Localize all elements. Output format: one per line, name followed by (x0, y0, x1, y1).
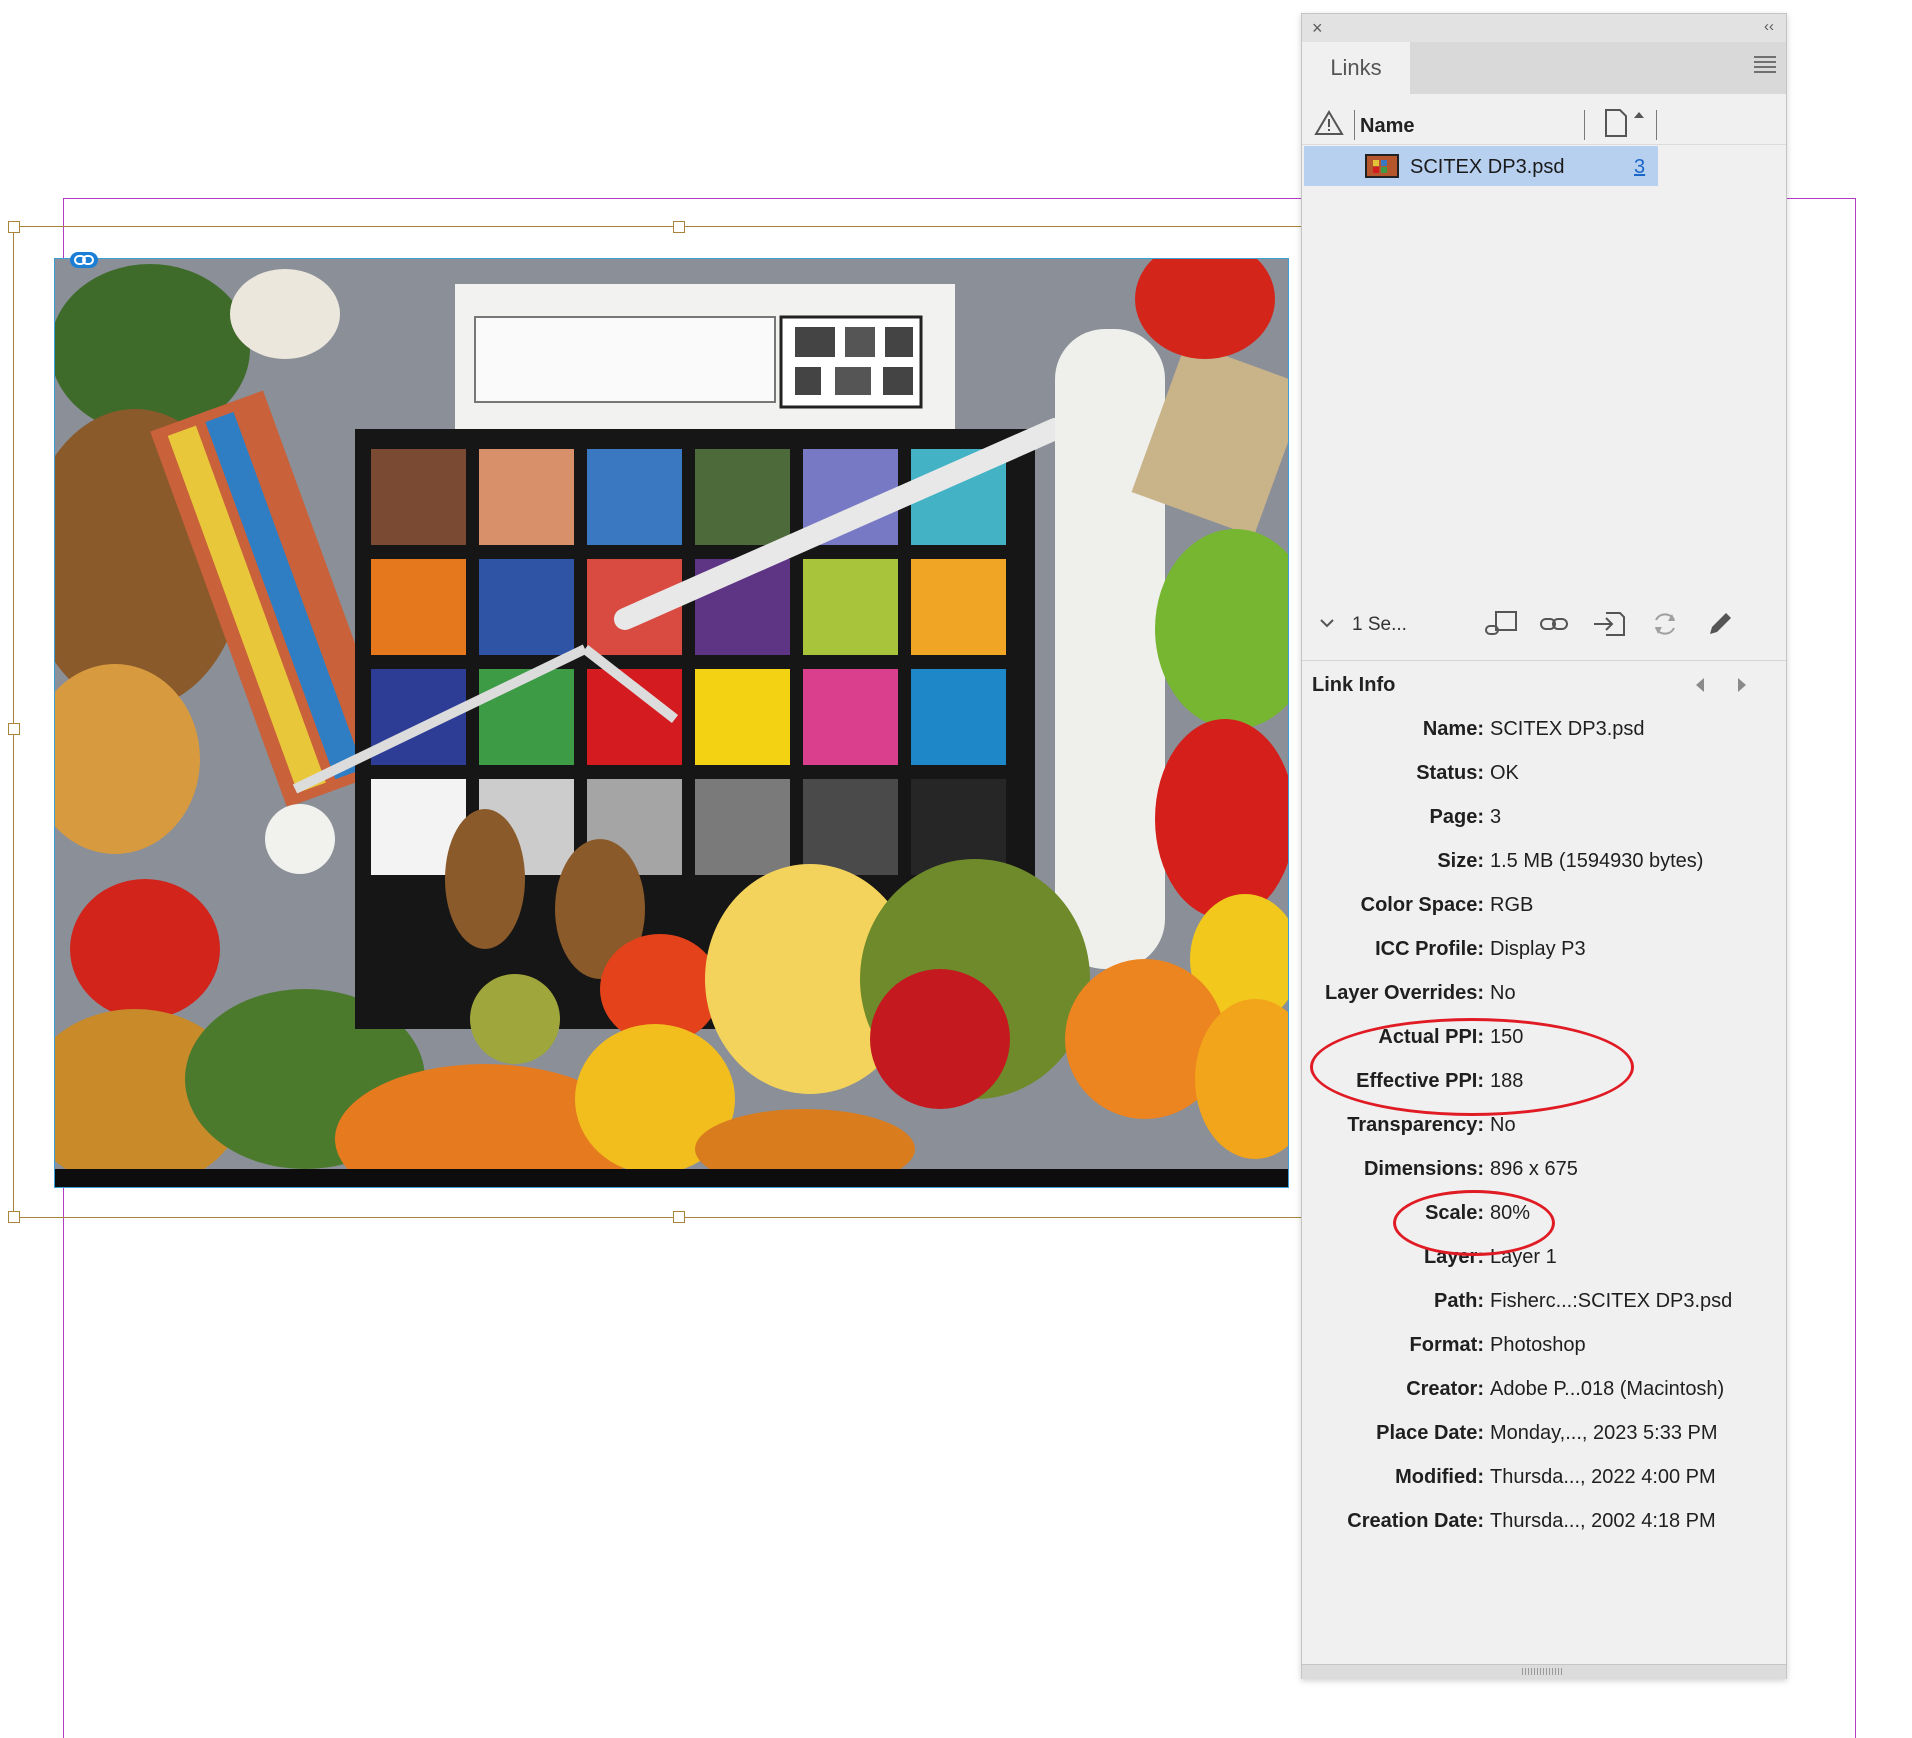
relink-from-cc-icon[interactable] (1482, 610, 1520, 638)
info-value: Thursda..., 2022 4:00 PM (1490, 1466, 1716, 1488)
panel-title-bar: × ‹‹ (1302, 14, 1786, 42)
info-label: Modified: (1395, 1466, 1484, 1488)
info-value: Monday,..., 2023 5:33 PM (1490, 1422, 1718, 1444)
page-sort-icon[interactable] (1604, 108, 1648, 138)
info-label: Dimensions: (1363, 1158, 1484, 1180)
info-row-icc-profile: ICC Profile: Display P3 (1302, 938, 1786, 968)
info-row-transparency: Transparency: No (1302, 1114, 1786, 1144)
info-row-format: Format: Photoshop (1302, 1334, 1786, 1364)
link-info-title[interactable]: Link Info (1312, 674, 1395, 697)
link-name: SCITEX DP3.psd (1410, 156, 1565, 178)
link-row-scitex-dp3[interactable]: SCITEX DP3.psd 3 (1304, 146, 1658, 186)
info-label: Layer Overrides: (1325, 982, 1484, 1004)
tab-links[interactable]: Links (1302, 42, 1410, 95)
info-row-size: Size: 1.5 MB (1594930 bytes) (1302, 850, 1786, 880)
info-value: OK (1490, 762, 1519, 784)
info-value: No (1490, 982, 1516, 1004)
info-value: RGB (1490, 894, 1534, 916)
info-label: Place Date: (1376, 1422, 1484, 1444)
info-row-creator: Creator: Adobe P...018 (Macintosh) (1302, 1378, 1786, 1408)
info-label: Color Space: (1360, 894, 1484, 916)
info-label: Name: (1422, 718, 1484, 740)
info-label: Format: (1409, 1334, 1484, 1356)
goto-link-icon[interactable] (1592, 610, 1626, 638)
double-chevron-left-icon[interactable]: ‹‹ (1764, 18, 1774, 35)
info-value: 1.5 MB (1594930 bytes) (1490, 850, 1704, 872)
relink-icon[interactable] (1538, 610, 1570, 638)
info-label: Creator: (1406, 1378, 1484, 1400)
link-page-number[interactable]: 3 (1634, 156, 1645, 179)
info-row-color-space: Color Space: RGB (1302, 894, 1786, 924)
info-row-place-date: Place Date: Monday,..., 2023 5:33 PM (1302, 1422, 1786, 1452)
column-divider[interactable] (1354, 110, 1355, 140)
selection-summary: 1 Se... (1352, 614, 1407, 635)
link-thumbnail (1365, 154, 1399, 178)
info-value: SCITEX DP3.psd (1490, 718, 1645, 740)
info-row-modified: Modified: Thursda..., 2022 4:00 PM (1302, 1466, 1786, 1496)
placed-image-artwork (55, 259, 1288, 1187)
info-value: 896 x 675 (1490, 1158, 1578, 1180)
info-row-layer: Layer: Layer 1 (1302, 1246, 1786, 1276)
info-label: Status: (1416, 762, 1484, 784)
info-row-path: Path: Fisherc...:SCITEX DP3.psd (1302, 1290, 1786, 1320)
column-divider[interactable] (1656, 110, 1657, 140)
frame-handle-top-left[interactable] (8, 221, 20, 233)
info-value: Adobe P...018 (Macintosh) (1490, 1378, 1725, 1400)
info-label: Size: (1437, 850, 1484, 872)
edit-original-icon[interactable] (1706, 610, 1734, 638)
next-link-icon[interactable] (1734, 676, 1750, 694)
page-margin-guide-right (1855, 198, 1856, 1738)
info-value: Thursda..., 2002 4:18 PM (1490, 1510, 1716, 1532)
info-label: ICC Profile: (1375, 938, 1484, 960)
info-label: Page: (1429, 806, 1484, 828)
info-row-status: Status: OK (1302, 762, 1786, 792)
info-row-page: Page: 3 (1302, 806, 1786, 836)
column-divider[interactable] (1584, 110, 1585, 140)
info-label: Transparency: (1347, 1114, 1484, 1136)
info-row-name: Name: SCITEX DP3.psd (1302, 718, 1786, 748)
info-value: Photoshop (1490, 1334, 1586, 1356)
hamburger-menu-icon[interactable] (1754, 56, 1776, 76)
info-value: Fisherc...:SCITEX DP3.psd (1490, 1290, 1733, 1312)
frame-handle-middle-left[interactable] (8, 723, 20, 735)
frame-handle-bottom-middle[interactable] (673, 1211, 685, 1223)
warning-triangle-icon[interactable] (1314, 110, 1344, 136)
frame-handle-top-middle[interactable] (673, 221, 685, 233)
info-label: Path: (1434, 1290, 1484, 1312)
info-label: Creation Date: (1347, 1510, 1484, 1532)
linked-content-badge-icon[interactable] (70, 252, 98, 268)
links-panel: × ‹‹ Links Name SCITEX DP3.psd 3 1 Se...… (1301, 13, 1787, 1679)
links-column-header: Name (1302, 96, 1786, 145)
resize-grip-icon[interactable] (1522, 1668, 1562, 1675)
info-row-creation-date: Creation Date: Thursda..., 2002 4:18 PM (1302, 1510, 1786, 1540)
previous-link-icon[interactable] (1692, 676, 1708, 694)
link-info-header: Link Info (1302, 662, 1786, 702)
chevron-down-icon[interactable] (1318, 614, 1336, 632)
update-link-icon[interactable] (1650, 610, 1680, 638)
annotation-circle-ppi (1310, 1018, 1634, 1116)
column-header-name[interactable]: Name (1360, 115, 1414, 138)
info-row-dimensions: Dimensions: 896 x 675 (1302, 1158, 1786, 1188)
frame-handle-bottom-left[interactable] (8, 1211, 20, 1223)
annotation-circle-scale (1393, 1190, 1555, 1256)
info-value: Display P3 (1490, 938, 1586, 960)
info-value: 3 (1490, 806, 1502, 828)
links-toolbar: 1 Se... (1302, 592, 1786, 661)
info-row-layer-overrides: Layer Overrides: No (1302, 982, 1786, 1012)
close-icon[interactable]: × (1312, 18, 1323, 39)
panel-resize-bar[interactable] (1302, 1664, 1786, 1679)
placed-image-scitex-dp3[interactable] (54, 258, 1289, 1188)
info-value: No (1490, 1114, 1516, 1136)
